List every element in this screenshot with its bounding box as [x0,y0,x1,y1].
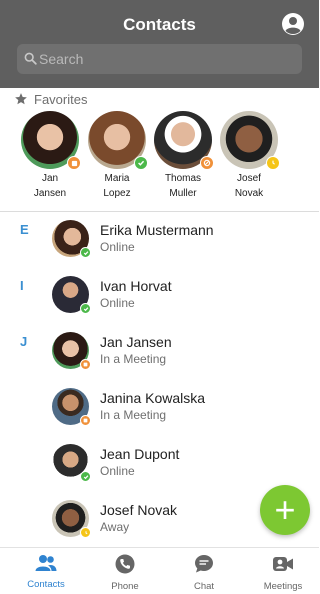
contact-name: Josef Novak [100,502,178,518]
account-button[interactable] [281,12,305,36]
avatar [220,111,280,170]
tab-label: Chat [193,581,215,592]
check-icon [138,160,145,166]
away-badge [266,156,280,170]
avatar [52,332,91,370]
contact-row[interactable]: Janina Kowalska In a Meeting [0,380,319,436]
avatar [154,111,214,170]
page-title: Contacts [123,15,196,34]
in-meeting-badge [80,359,91,370]
favorite-name: Thomas Muller [164,173,202,199]
avatar [52,276,91,314]
favorites-title: Favorites [34,91,88,107]
star-icon [15,93,27,105]
online-badge [80,303,91,314]
away-badge [80,527,91,538]
search-bar[interactable] [17,44,302,74]
avatar [52,388,91,426]
search-icon [24,52,37,65]
clock-icon [272,160,275,165]
tab-chat[interactable]: Chat [168,554,240,592]
online-badge [80,471,91,482]
contact-status: In a Meeting [100,408,167,422]
phone-icon [115,554,135,574]
favorite-name: Josef Novak [234,173,264,199]
contact-status: Online [100,296,135,310]
favorites-header: Favorites [14,91,87,107]
account-circle-icon [282,13,304,35]
favorite-item[interactable]: Thomas Muller [150,111,216,201]
online-badge [80,247,91,258]
contact-row[interactable]: Jean Dupont Online [0,436,319,492]
tab-label: Phone [111,581,139,592]
chat-icon [195,555,213,573]
app-header: Contacts [0,0,319,88]
plus-icon: + [274,489,296,530]
contact-status: Online [100,464,135,478]
contact-status: Online [100,240,135,254]
search-input[interactable] [39,44,294,74]
check-icon [83,306,88,311]
meeting-icon [83,418,88,423]
avatar [52,444,91,482]
avatar [88,111,148,170]
avatar [52,220,91,258]
favorites-list: Jan Jansen Maria Lopez Thomas Muller Jos… [0,111,319,206]
contact-name: Jan Jansen [100,334,172,350]
tab-bar: Contacts Phone Chat Meetings [0,547,319,594]
contact-name: Erika Mustermann [100,222,214,238]
contact-name: Ivan Horvat [100,278,172,294]
in-meeting-badge [80,415,91,426]
tab-contacts[interactable]: Contacts [10,554,82,590]
contact-name: Jean Dupont [100,446,180,462]
contact-name: Janina Kowalska [100,390,206,406]
favorite-item[interactable]: Jan Jansen [17,111,83,201]
clock-icon [85,530,87,534]
add-contact-button[interactable]: + [260,485,310,535]
contact-row[interactable]: Jan Jansen In a Meeting [0,324,319,380]
contact-status: Away [100,520,130,534]
tab-label: Contacts [27,579,65,590]
favorite-name: Jan Jansen [33,173,67,199]
meeting-icon [71,160,77,166]
video-camera-icon [273,557,293,571]
avatar [52,500,91,538]
meeting-icon [83,362,88,367]
avatar [21,111,81,170]
blocked-icon [203,159,211,167]
in-meeting-badge [67,156,81,170]
tab-phone[interactable]: Phone [89,554,161,592]
favorite-name: Maria Lopez [103,173,131,199]
contact-status: In a Meeting [100,352,167,366]
check-icon [83,474,88,479]
tab-meetings[interactable]: Meetings [247,554,319,592]
contact-row[interactable]: Erika Mustermann Online [0,212,319,268]
online-badge [134,156,148,170]
busy-badge [200,156,214,170]
contact-row[interactable]: Ivan Horvat Online [0,268,319,324]
people-icon [35,555,57,571]
check-icon [83,250,88,255]
favorite-item[interactable]: Maria Lopez [84,111,150,201]
favorite-item[interactable]: Josef Novak [216,111,282,201]
tab-label: Meetings [263,581,303,592]
